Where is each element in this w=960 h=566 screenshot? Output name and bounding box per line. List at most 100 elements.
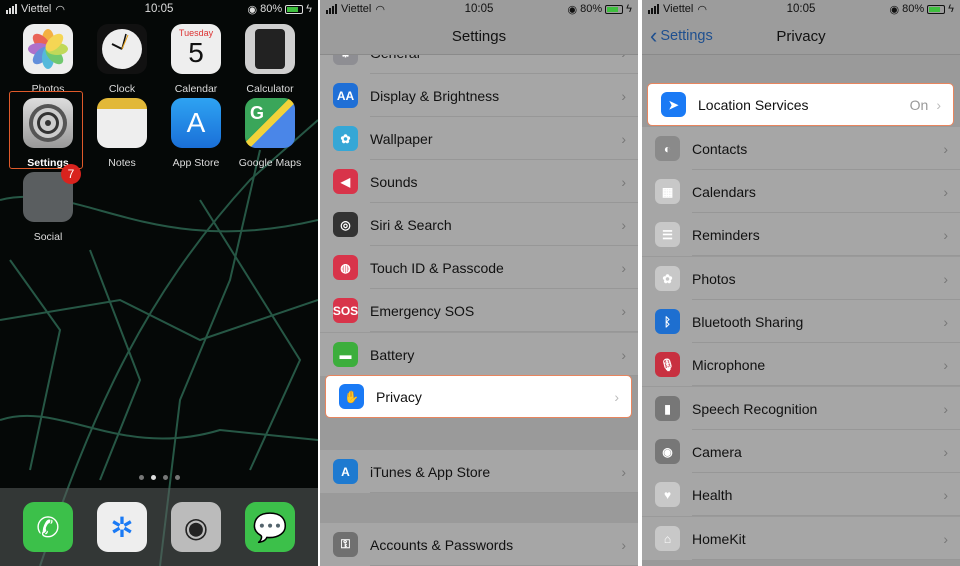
privacy-icon: ✋: [339, 384, 364, 409]
row-accounts-passwords[interactable]: ⚿ Accounts & Passwords ›: [320, 523, 638, 566]
chevron-right-icon: ›: [621, 536, 626, 553]
carrier: Viettel: [341, 3, 372, 15]
google-maps-icon: G: [245, 98, 295, 148]
dock-phone[interactable]: ✆: [13, 502, 83, 552]
home-screen: Viettel ◠ 10:05 ◉ 80% ϟ Photos Clock Tuesda…: [0, 0, 318, 566]
signal-icon: [6, 4, 17, 14]
row-emergency-sos[interactable]: SOS Emergency SOS ›: [320, 289, 638, 332]
row-homekit[interactable]: ⌂ HomeKit ›: [642, 517, 960, 560]
photos-icon: [23, 24, 73, 74]
orientation-lock-icon: ◉: [889, 3, 900, 16]
siri-search-icon: ◎: [333, 212, 358, 237]
chevron-right-icon: ›: [936, 96, 941, 113]
camera-icon: ◉: [655, 439, 680, 464]
speech-recognition-icon: ▮: [655, 396, 680, 421]
chevron-right-icon: ›: [943, 486, 948, 503]
row-location-services[interactable]: ➤ Location Services On ›: [647, 83, 954, 126]
chevron-right-icon: ›: [621, 130, 626, 147]
app-google-maps[interactable]: G Google Maps: [235, 98, 305, 169]
row-siri-search[interactable]: ◎ Siri & Search ›: [320, 203, 638, 246]
page-title: Privacy: [776, 27, 826, 45]
dock-safari[interactable]: ✲: [87, 502, 157, 552]
notes-icon: [97, 98, 147, 148]
row-label: Wallpaper: [370, 130, 433, 147]
row-touch-id-passcode[interactable]: ◍ Touch ID & Passcode ›: [320, 246, 638, 289]
photos-icon: ✿: [655, 266, 680, 291]
chevron-right-icon: ›: [621, 302, 626, 319]
orientation-lock-icon: ◉: [247, 3, 258, 16]
wifi-icon: ◠: [375, 3, 385, 16]
signal-icon: [326, 4, 337, 14]
row-sounds[interactable]: ◀ Sounds ›: [320, 160, 638, 203]
dock-camera[interactable]: ◉: [161, 502, 231, 552]
page-indicator[interactable]: [0, 475, 318, 480]
sounds-icon: ◀: [333, 169, 358, 194]
chevron-right-icon: ›: [621, 216, 626, 233]
row-label: Bluetooth Sharing: [692, 313, 804, 330]
row-label: Touch ID & Passcode: [370, 259, 504, 276]
battery-icon: [927, 4, 946, 14]
row-label: Contacts: [692, 140, 748, 157]
row-microphone[interactable]: 🎙 Microphone ›: [642, 343, 960, 386]
privacy-screen: Viettel ◠ 10:05 ◉ 80% ϟ ‹ Settings Privacy ➤…: [642, 0, 960, 566]
row-label: Accounts & Passwords: [370, 536, 514, 553]
settings-screen: Viettel◠ 10:05 ◉80%ϟ Settings ⚙General›A…: [320, 0, 638, 566]
app-calculator[interactable]: Calculator: [235, 24, 305, 95]
chevron-right-icon: ›: [943, 400, 948, 417]
row-bluetooth-sharing[interactable]: ᛒ Bluetooth Sharing ›: [642, 300, 960, 343]
status-bar: Viettel ◠ 10:05 ◉ 80% ϟ: [320, 0, 638, 18]
camera-icon: ◉: [171, 502, 221, 552]
back-label: Settings: [660, 28, 713, 44]
display-brightness-icon: AA: [333, 83, 358, 108]
accounts-passwords-icon: ⚿: [333, 532, 358, 557]
carrier: Viettel: [21, 3, 52, 15]
clock-icon: [97, 24, 147, 74]
chevron-right-icon: ›: [621, 463, 626, 480]
wallpaper-icon: ✿: [333, 126, 358, 151]
row-label: Privacy: [376, 388, 422, 405]
dock-messages[interactable]: 💬: [235, 502, 305, 552]
chevron-right-icon: ›: [621, 87, 626, 104]
folder-icon: 7: [23, 164, 81, 222]
app-app-store[interactable]: A App Store: [161, 98, 231, 169]
carrier: Viettel: [663, 3, 694, 15]
chevron-right-icon: ›: [943, 530, 948, 547]
homekit-icon: ⌂: [655, 526, 680, 551]
chevron-left-icon: ‹: [650, 23, 658, 48]
back-button[interactable]: ‹ Settings: [650, 23, 713, 49]
row-value: On: [909, 96, 929, 113]
row-reminders[interactable]: ☰ Reminders ›: [642, 213, 960, 256]
row-speech-recognition[interactable]: ▮ Speech Recognition ›: [642, 387, 960, 430]
row-wallpaper[interactable]: ✿ Wallpaper ›: [320, 117, 638, 160]
chevron-right-icon: ›: [621, 346, 626, 363]
row-photos[interactable]: ✿ Photos ›: [642, 257, 960, 300]
chevron-right-icon: ›: [943, 140, 948, 157]
row-calendars[interactable]: ▦ Calendars ›: [642, 170, 960, 213]
row-label: Reminders: [692, 226, 760, 243]
clock-time: 10:05: [786, 3, 816, 15]
app-calendar[interactable]: Tuesday 5 Calendar: [161, 24, 231, 95]
row-contacts[interactable]: ◐ Contacts ›: [642, 127, 960, 170]
calendar-icon: Tuesday 5: [171, 24, 221, 74]
row-itunes-app-store[interactable]: AiTunes & App Store ›: [320, 450, 638, 493]
row-battery[interactable]: ▬ Battery ›: [320, 333, 638, 376]
row-label: iTunes & App Store: [370, 463, 491, 480]
row-label: Location Services: [698, 96, 809, 113]
bluetooth-sharing-icon: ᛒ: [655, 309, 680, 334]
row-label: Health: [692, 486, 733, 503]
safari-icon: ✲: [97, 502, 147, 552]
chevron-right-icon: ›: [943, 226, 948, 243]
app-notes[interactable]: Notes: [87, 98, 157, 169]
row-health[interactable]: ♥ Health ›: [642, 473, 960, 516]
app-clock[interactable]: Clock: [87, 24, 157, 95]
calculator-icon: [245, 24, 295, 74]
phone-icon: ✆: [23, 502, 73, 552]
app-photos[interactable]: Photos: [13, 24, 83, 95]
row-display-brightness[interactable]: AA Display & Brightness ›: [320, 74, 638, 117]
signal-icon: [648, 4, 659, 14]
row-privacy[interactable]: ✋ Privacy ›: [325, 375, 632, 418]
row-label: Display & Brightness: [370, 87, 500, 104]
row-camera[interactable]: ◉ Camera ›: [642, 430, 960, 473]
notification-badge: 7: [61, 164, 81, 184]
folder-social[interactable]: 7 Social: [13, 164, 83, 243]
